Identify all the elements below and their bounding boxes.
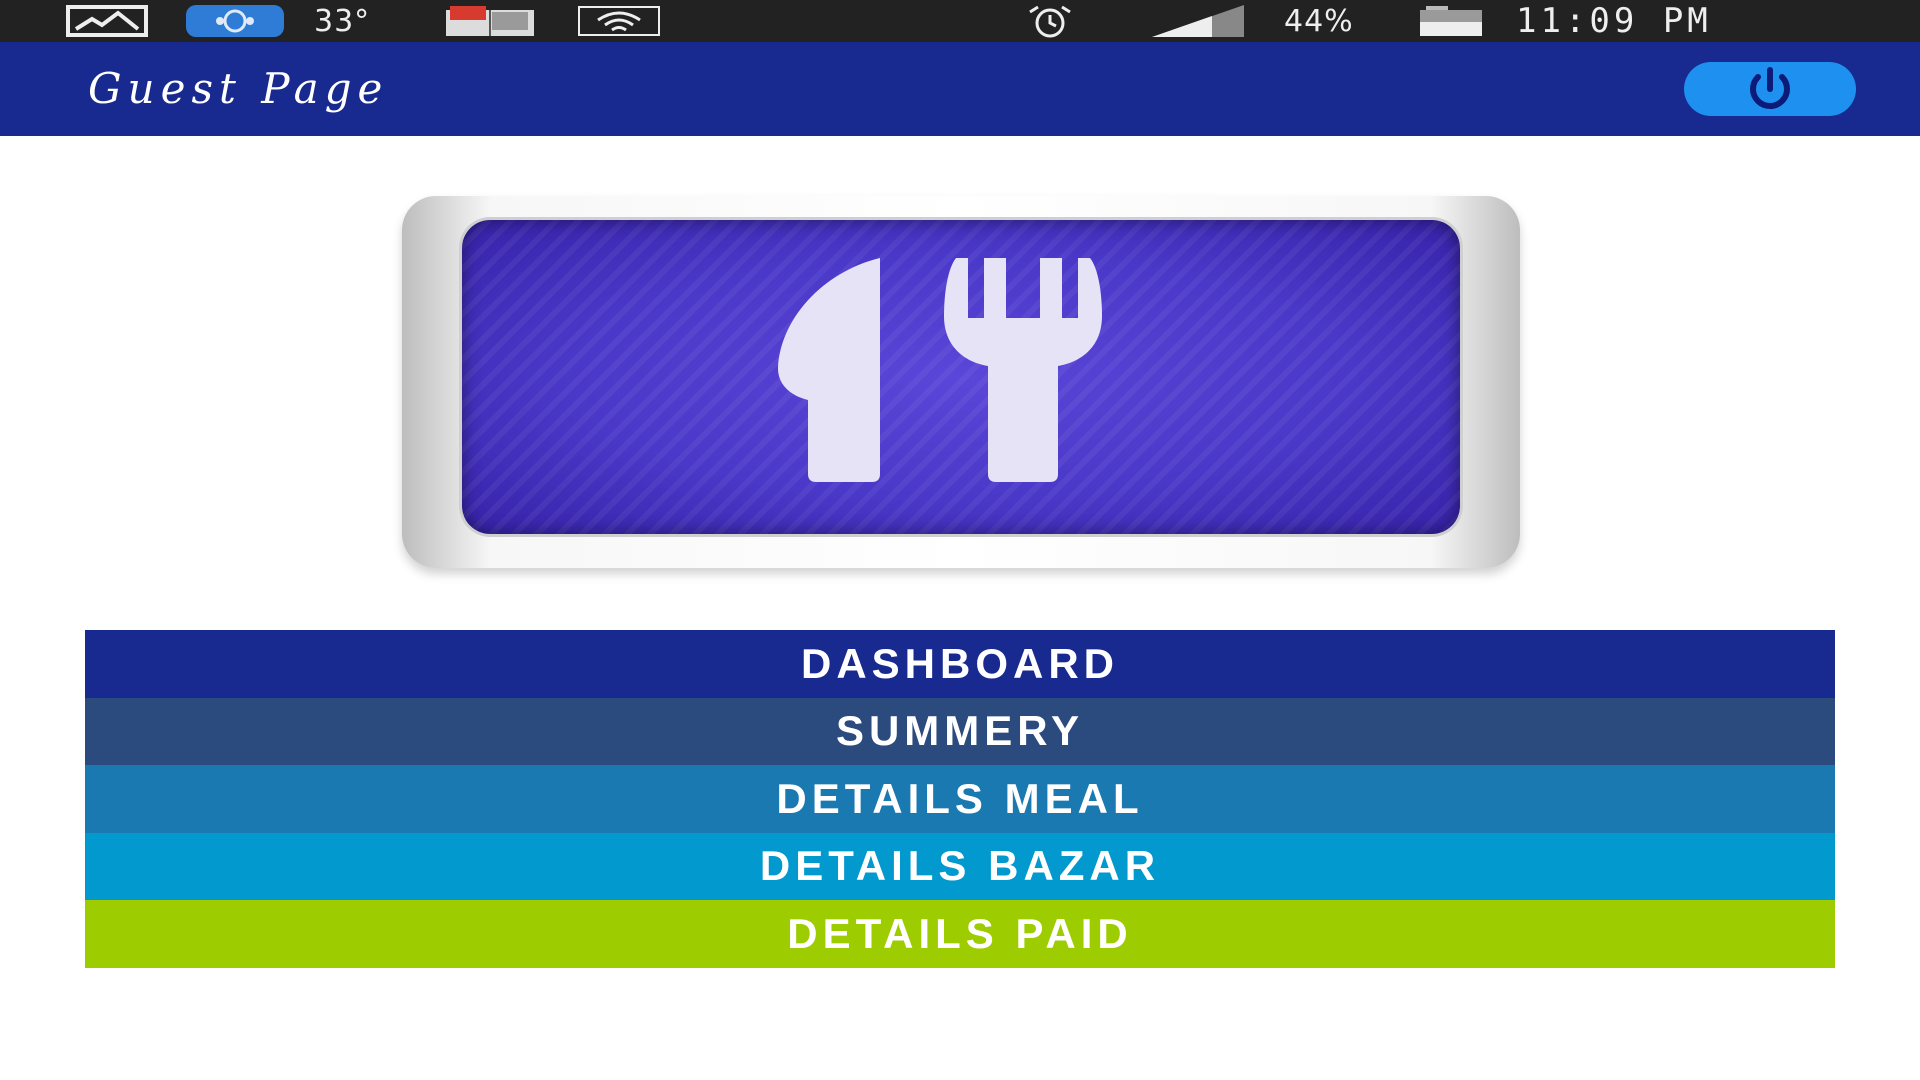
page-title: Guest Page <box>88 64 389 113</box>
wifi-icon <box>578 0 660 42</box>
signal-icon <box>1152 0 1244 42</box>
battery-text: 44% <box>1284 3 1354 39</box>
status-bar: 33° 44% 11:09 PM <box>0 0 1920 42</box>
app-bar: Guest Page <box>0 42 1920 136</box>
power-icon <box>1750 67 1790 110</box>
book-icon <box>444 0 536 42</box>
knife-fork-icon <box>778 258 1102 482</box>
alarm-icon <box>1012 0 1088 42</box>
menu-item-summery[interactable]: SUMMERY <box>85 697 1835 765</box>
temperature-text: 33° <box>314 3 371 39</box>
shareit-icon <box>186 0 284 42</box>
menu-item-details-paid[interactable]: DETAILS PAID <box>85 900 1835 968</box>
hero-tile <box>462 220 1460 534</box>
menu-item-dashboard[interactable]: DASHBOARD <box>85 630 1835 698</box>
battery-icon <box>1420 0 1482 42</box>
logout-button[interactable] <box>1684 62 1856 116</box>
gallery-icon <box>66 0 148 42</box>
hero-banner <box>402 196 1520 568</box>
clock-text: 11:09 PM <box>1516 1 1712 41</box>
menu-item-details-meal[interactable]: DETAILS MEAL <box>85 765 1835 833</box>
main-menu: DASHBOARD SUMMERY DETAILS MEAL DETAILS B… <box>85 630 1835 968</box>
menu-item-details-bazar[interactable]: DETAILS BAZAR <box>85 832 1835 900</box>
